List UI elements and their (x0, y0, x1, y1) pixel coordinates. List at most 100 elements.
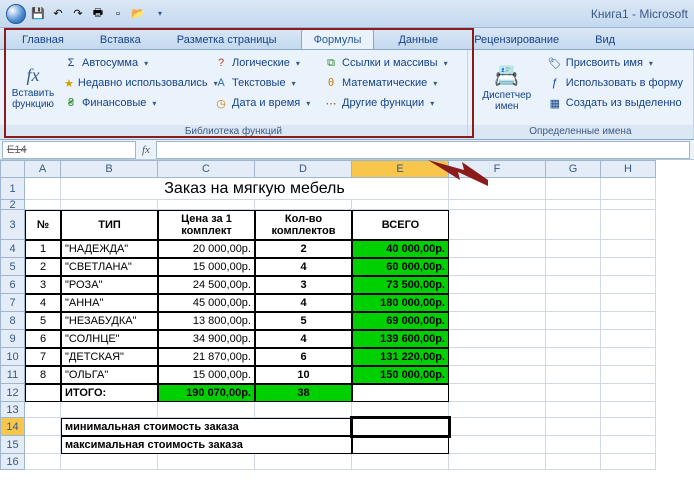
cell[interactable]: 4 (255, 258, 352, 276)
use-in-formula-button[interactable]: ƒИспользовать в форму (544, 74, 687, 92)
cell[interactable] (601, 436, 656, 454)
cell[interactable]: минимальная стоимость заказа (61, 418, 352, 436)
cell[interactable] (449, 436, 546, 454)
name-manager-button[interactable]: 📇 Диспетчер имен (474, 54, 540, 121)
cell[interactable] (601, 366, 656, 384)
cell[interactable]: 7 (25, 348, 61, 366)
cell[interactable] (449, 240, 546, 258)
row-14[interactable]: 14 (0, 418, 25, 436)
row-7[interactable]: 7 (0, 294, 25, 312)
cell[interactable] (255, 402, 352, 418)
row-12[interactable]: 12 (0, 384, 25, 402)
cell[interactable] (352, 436, 449, 454)
cell[interactable]: 10 (255, 366, 352, 384)
cell[interactable]: Цена за 1 комплект (158, 210, 255, 240)
cell[interactable] (25, 384, 61, 402)
cell[interactable]: ВСЕГО (352, 210, 449, 240)
cell[interactable]: 21 870,00р. (158, 348, 255, 366)
qat-more-icon[interactable]: ▾ (152, 6, 168, 22)
cell[interactable]: "НАДЕЖДА" (61, 240, 158, 258)
cell[interactable]: 190 070,00р. (158, 384, 255, 402)
cell[interactable] (546, 436, 601, 454)
cell[interactable]: 1 (25, 240, 61, 258)
cell[interactable]: 13 800,00р. (158, 312, 255, 330)
undo-icon[interactable]: ↶ (50, 6, 66, 22)
row-10[interactable]: 10 (0, 348, 25, 366)
col-D[interactable]: D (255, 160, 352, 178)
cell[interactable]: 131 220,00р. (352, 348, 449, 366)
cell[interactable] (449, 178, 546, 200)
cell[interactable]: 2 (25, 258, 61, 276)
tab-home[interactable]: Главная (10, 30, 76, 49)
row-1[interactable]: 1 (0, 178, 25, 200)
cell[interactable]: 38 (255, 384, 352, 402)
autosum-button[interactable]: ΣАвтосумма▾ (60, 54, 210, 72)
row-15[interactable]: 15 (0, 436, 25, 454)
cell[interactable] (546, 402, 601, 418)
cell[interactable] (255, 454, 352, 470)
cell[interactable]: 69 000,00р. (352, 312, 449, 330)
cell[interactable] (61, 402, 158, 418)
cell[interactable] (601, 402, 656, 418)
cell[interactable] (25, 178, 61, 200)
cell[interactable]: Кол-во комплектов (255, 210, 352, 240)
tab-insert[interactable]: Вставка (88, 30, 153, 49)
insert-function-button[interactable]: fx Вставить функцию (6, 54, 60, 121)
cell[interactable]: 15 000,00р. (158, 258, 255, 276)
text-button[interactable]: AТекстовые▾ (210, 74, 320, 92)
title-cell[interactable]: Заказ на мягкую мебель (61, 178, 449, 200)
cell[interactable] (601, 210, 656, 240)
row-3[interactable]: 3 (0, 210, 25, 240)
cell[interactable] (158, 454, 255, 470)
redo-icon[interactable]: ↷ (70, 6, 86, 22)
cell[interactable]: 34 900,00р. (158, 330, 255, 348)
cell[interactable] (158, 402, 255, 418)
row-16[interactable]: 16 (0, 454, 25, 470)
col-H[interactable]: H (601, 160, 656, 178)
cell[interactable]: 4 (25, 294, 61, 312)
cell[interactable] (449, 294, 546, 312)
row-2[interactable]: 2 (0, 200, 25, 210)
cell[interactable] (601, 276, 656, 294)
cell[interactable]: 40 000,00р. (352, 240, 449, 258)
cell[interactable] (546, 294, 601, 312)
print-icon[interactable]: 🖶 (90, 6, 106, 22)
financial-button[interactable]: ₴Финансовые▾ (60, 94, 210, 112)
datetime-button[interactable]: ◷Дата и время▾ (210, 94, 320, 112)
cell[interactable] (449, 348, 546, 366)
cell[interactable]: максимальная стоимость заказа (61, 436, 352, 454)
cell[interactable] (601, 240, 656, 258)
cell[interactable] (449, 366, 546, 384)
cell[interactable]: 8 (25, 366, 61, 384)
row-9[interactable]: 9 (0, 330, 25, 348)
cell[interactable]: № (25, 210, 61, 240)
cell[interactable] (601, 384, 656, 402)
select-all[interactable] (0, 160, 25, 178)
name-box[interactable]: E14 (2, 141, 136, 159)
cell[interactable]: 20 000,00р. (158, 240, 255, 258)
cell[interactable] (601, 258, 656, 276)
col-F[interactable]: F (449, 160, 546, 178)
cell[interactable]: 5 (255, 312, 352, 330)
row-11[interactable]: 11 (0, 366, 25, 384)
cell[interactable] (601, 178, 656, 200)
cell[interactable]: 6 (25, 330, 61, 348)
lookup-button[interactable]: ⧉Ссылки и массивы▾ (320, 54, 460, 72)
cell[interactable]: 2 (255, 240, 352, 258)
cell[interactable] (546, 384, 601, 402)
cell[interactable]: ИТОГО: (61, 384, 158, 402)
row-5[interactable]: 5 (0, 258, 25, 276)
cell[interactable]: 15 000,00р. (158, 366, 255, 384)
col-B[interactable]: B (61, 160, 158, 178)
cell[interactable] (449, 276, 546, 294)
logical-button[interactable]: ?Логические▾ (210, 54, 320, 72)
row-13[interactable]: 13 (0, 402, 25, 418)
cell[interactable]: "АННА" (61, 294, 158, 312)
cell[interactable]: 73 500,00р. (352, 276, 449, 294)
tab-pagelayout[interactable]: Разметка страницы (165, 30, 289, 49)
col-G[interactable]: G (546, 160, 601, 178)
cell[interactable] (546, 258, 601, 276)
col-C[interactable]: C (158, 160, 255, 178)
col-A[interactable]: A (25, 160, 61, 178)
create-from-sel-button[interactable]: ▦Создать из выделенно (544, 94, 687, 112)
